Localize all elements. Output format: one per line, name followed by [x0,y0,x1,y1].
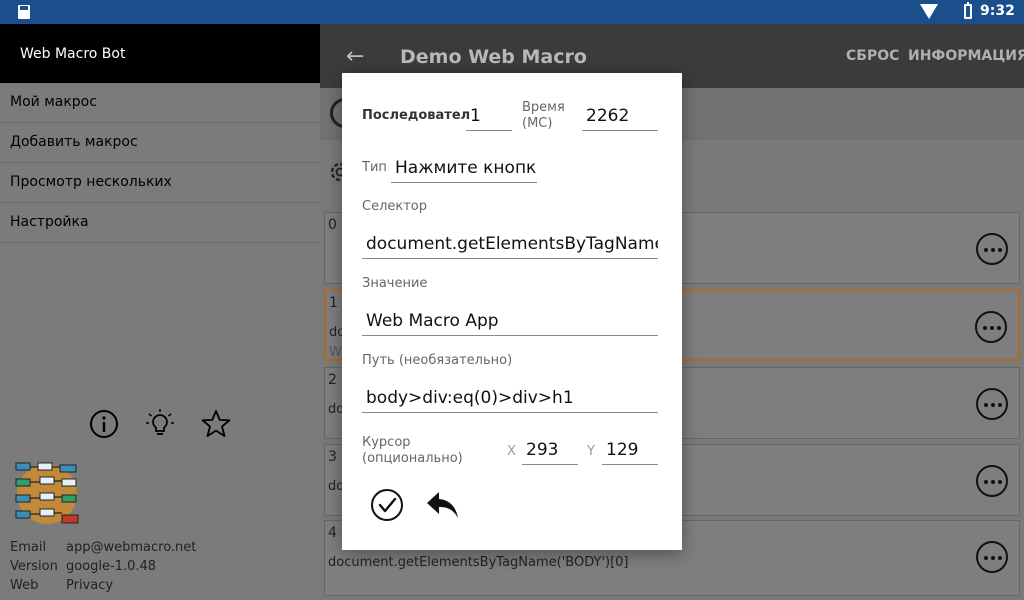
value-input[interactable]: Web Macro App [362,306,658,336]
cursor-label: Курсор (опционально) [362,435,463,466]
time-label: Время (МС) [522,100,565,131]
path-label: Путь (необязательно) [362,353,513,368]
web-key: Web [10,578,39,593]
drawer-item-label: Мой макрос [10,94,97,110]
email-value[interactable]: app@webmacro.net [66,540,196,555]
more-options-icon[interactable] [976,541,1008,573]
status-bar: 9:32 [0,0,1024,24]
cursor-y-label: Y [587,444,595,459]
step-index: 2 [328,372,337,388]
type-label: Тип [362,160,387,175]
privacy-link[interactable]: Privacy [66,578,113,593]
info-button[interactable]: ИНФОРМАЦИЯ [908,48,1024,64]
version-key: Version [10,559,58,574]
drawer-item-label: Просмотр нескольких [10,174,172,190]
drawer-header: Web Macro Bot [0,24,320,83]
page-title: Demo Web Macro [400,46,587,68]
edit-step-dialog: Последовател 1 Время (МС) 2262 Тип Нажми… [342,73,682,550]
path-input[interactable]: body>div:eq(0)>div>h1 [362,383,658,413]
battery-icon [964,2,972,19]
drawer-icon-row [88,408,248,444]
more-options-icon[interactable] [976,233,1008,265]
step-selector: document.getElementsByTagName('BODY')[0] [328,555,629,570]
app-logo [15,462,79,524]
drawer-item-view-multiple[interactable]: Просмотр нескольких [0,163,320,203]
step-index: 0 [328,217,337,233]
cursor-x-label: X [507,444,516,459]
confirm-check-icon[interactable] [370,488,404,522]
step-index: 3 [328,449,337,465]
type-select[interactable]: Нажмите кнопку [391,153,537,183]
version-value: google-1.0.48 [66,559,157,574]
info-version-row: Version google-1.0.48 [10,559,156,574]
email-key: Email [10,540,47,555]
time-input[interactable]: 2262 [582,101,658,131]
selector-label: Селектор [362,199,428,214]
drawer-item-label: Настройка [10,214,89,230]
sequence-label: Последовател [362,108,471,123]
drawer-item-settings[interactable]: Настройка [0,203,320,243]
more-options-icon[interactable] [976,465,1008,497]
star-icon[interactable] [200,408,232,440]
more-options-icon[interactable] [976,388,1008,420]
step-index: 1 [329,295,338,311]
reset-button[interactable]: СБРОС [846,48,899,64]
navigation-drawer: Web Macro Bot Мой макрос Добавить макрос… [0,24,320,600]
info-web-row: Web Privacy [10,578,113,593]
clock: 9:32 [980,3,1015,19]
back-arrow-icon[interactable]: ← [346,44,364,69]
drawer-item-add-macro[interactable]: Добавить макрос [0,123,320,163]
drawer-item-my-macro[interactable]: Мой макрос [0,83,320,123]
value-label: Значение [362,276,428,291]
info-email-row: Email app@webmacro.net [10,540,196,555]
sequence-input[interactable]: 1 [466,101,512,131]
drawer-item-label: Добавить макрос [10,134,138,150]
info-icon[interactable] [88,408,120,440]
wifi-icon [920,4,938,19]
step-index: 4 [328,525,337,541]
undo-back-icon[interactable] [426,490,460,520]
lightbulb-icon[interactable] [144,408,176,440]
cursor-y-input[interactable]: 129 [602,435,658,465]
app-name: Web Macro Bot [20,46,126,62]
sd-card-icon [18,5,30,19]
selector-input[interactable]: document.getElementsByTagName( [362,229,658,259]
cursor-x-input[interactable]: 293 [522,435,578,465]
more-options-icon[interactable] [975,311,1007,343]
